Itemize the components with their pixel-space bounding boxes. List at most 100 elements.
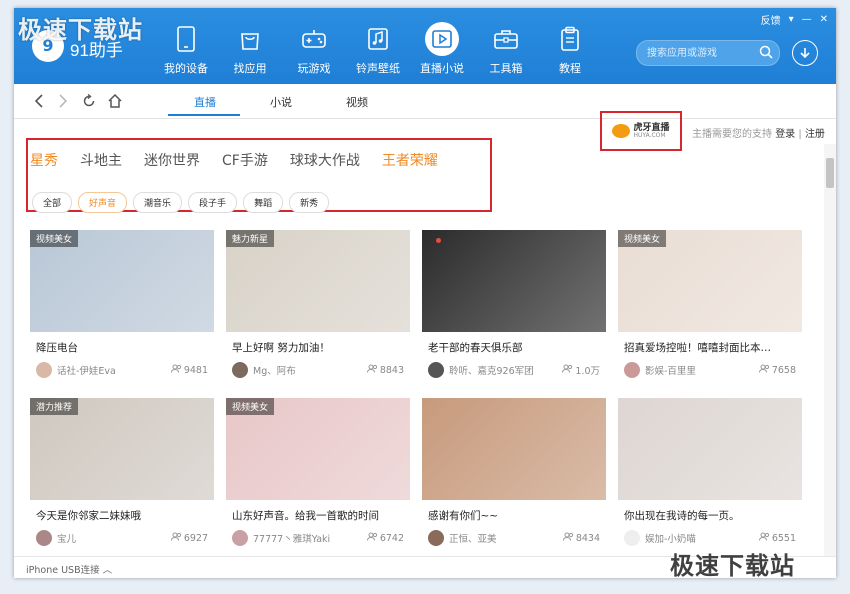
watermark-bottom: 极速下载站 <box>670 552 795 580</box>
card-title[interactable]: 招真爱场控啦！嘻嘻封面比本… <box>624 340 796 355</box>
card-title[interactable]: 降压电台 <box>36 340 208 355</box>
music-icon <box>363 24 393 54</box>
avatar <box>36 530 52 546</box>
feedback-link[interactable]: 反馈 <box>761 12 781 27</box>
gamepad-icon <box>299 24 329 54</box>
card-title[interactable]: 老干部的春天俱乐部 <box>428 340 600 355</box>
nav-games[interactable]: 玩游戏 <box>282 8 346 84</box>
download-icon <box>799 44 811 63</box>
refresh-icon[interactable] <box>80 92 98 110</box>
menu-dropdown-icon[interactable]: ▾ <box>789 14 794 25</box>
nav-my-device[interactable]: 我的设备 <box>154 8 218 84</box>
nav-label: 直播小说 <box>420 62 464 75</box>
card-thumbnail[interactable] <box>618 398 802 500</box>
huya-logo-sub: HUYA.COM <box>633 131 666 139</box>
home-icon[interactable] <box>106 92 124 110</box>
tag-comedian[interactable]: 段子手 <box>188 192 238 213</box>
download-button[interactable] <box>792 40 818 66</box>
search-input[interactable] <box>637 46 759 60</box>
viewer-count: 8843 <box>366 364 404 376</box>
category-tabs: 星秀 斗地主 迷你世界 CF手游 球球大作战 王者荣耀 <box>30 150 460 170</box>
stream-card[interactable]: 视频美女 山东好声音。给我一首歌的时间 77777丶雅琪Yaki 6742 <box>226 398 410 548</box>
card-user: 77777丶雅琪Yaki <box>253 534 331 545</box>
category-honor-of-kings[interactable]: 王者荣耀 <box>382 150 438 170</box>
card-title[interactable]: 今天是你邻家二妹妹哦 <box>36 508 208 523</box>
stream-card[interactable]: 魅力新星 早上好啊 努力加油！ Mg、阿布 8843 <box>226 230 410 380</box>
register-link[interactable]: 注册 <box>805 129 825 140</box>
tag-dance[interactable]: 舞蹈 <box>243 192 284 213</box>
card-thumbnail[interactable]: 潜力推荐 <box>30 398 214 500</box>
scrollbar[interactable] <box>824 144 836 562</box>
close-icon[interactable]: ✕ <box>820 14 828 25</box>
tag-good-voice[interactable]: 好声音 <box>78 192 128 213</box>
scrollbar-thumb[interactable] <box>826 158 834 188</box>
nav-find-apps[interactable]: 找应用 <box>218 8 282 84</box>
forward-icon[interactable] <box>54 92 72 110</box>
login-link[interactable]: 登录 <box>775 129 795 140</box>
stream-grid: 视频美女 降压电台 话社-伊娃Eva 9481 魅力新星 早上好啊 努力加油！ Mg、阿布 8… <box>30 230 820 548</box>
card-title[interactable]: 山东好声音。给我一首歌的时间 <box>232 508 404 523</box>
card-thumbnail[interactable] <box>422 230 606 332</box>
avatar <box>428 530 444 546</box>
category-ball-battle[interactable]: 球球大作战 <box>290 150 360 170</box>
card-user: 正恒、亚美 <box>449 534 497 545</box>
nav-label: 工具箱 <box>489 62 523 75</box>
tag-all[interactable]: 全部 <box>32 192 73 213</box>
card-thumbnail[interactable]: 魅力新星 <box>226 230 410 332</box>
minimize-icon[interactable]: — <box>802 14 812 25</box>
nav-ringtones[interactable]: 铃声壁纸 <box>346 8 410 84</box>
card-badge: 视频美女 <box>618 230 667 247</box>
card-badge: 视频美女 <box>226 398 275 415</box>
stream-card[interactable]: 视频美女降压电台话社-伊娃Eva 9481 <box>30 230 214 380</box>
nav-tutorial[interactable]: 教程 <box>538 8 602 84</box>
nav-label: 铃声壁纸 <box>356 62 400 75</box>
stream-card[interactable]: 感谢有你们~~ 正恒、亚美 8434 <box>422 398 606 548</box>
clipboard-icon <box>555 24 585 54</box>
active-tab-indicator <box>168 114 240 116</box>
stream-card[interactable]: 你出现在我诗的每一页。 娱加-小奶喵 6551 <box>618 398 802 548</box>
card-title[interactable]: 早上好啊 努力加油！ <box>232 340 404 355</box>
card-thumbnail[interactable] <box>422 398 606 500</box>
viewer-count: 6551 <box>758 532 796 544</box>
viewer-count: 8434 <box>562 532 600 544</box>
card-user: 影娱-百里里 <box>645 366 696 377</box>
card-thumbnail[interactable]: 视频美女 <box>226 398 410 500</box>
huya-logo[interactable]: 虎牙直播 HUYA.COM <box>600 111 682 151</box>
card-title[interactable]: 感谢有你们~~ <box>428 508 600 523</box>
card-title[interactable]: 你出现在我诗的每一页。 <box>624 508 796 523</box>
category-doudizhu[interactable]: 斗地主 <box>80 150 122 170</box>
card-thumbnail[interactable]: 视频美女 <box>618 230 802 332</box>
play-icon <box>425 22 459 56</box>
tab-video[interactable]: 视频 <box>346 94 368 110</box>
viewer-count-value: 6551 <box>771 532 796 544</box>
tag-trend-music[interactable]: 潮音乐 <box>133 192 183 213</box>
nav-label: 玩游戏 <box>297 62 331 75</box>
tag-newcomer[interactable]: 新秀 <box>289 192 330 213</box>
viewer-count: 6927 <box>170 532 208 544</box>
tab-novel[interactable]: 小说 <box>270 94 292 110</box>
viewers-icon <box>562 364 573 376</box>
card-thumbnail[interactable]: 视频美女 <box>30 230 214 332</box>
main-nav: 我的设备 找应用 玩游戏 铃声壁纸 直播小说 工具箱 教程 <box>154 8 602 84</box>
stream-card[interactable]: 老干部的春天俱乐部 聆听、嘉克926军团 1.0万 <box>422 230 606 380</box>
nav-label: 教程 <box>559 62 581 75</box>
back-icon[interactable] <box>30 92 48 110</box>
viewers-icon <box>170 364 182 376</box>
avatar <box>232 362 248 378</box>
app-window: 9 91助手 我的设备 找应用 玩游戏 铃声壁纸 直播小说 工具箱 教程 搜索应… <box>14 8 836 578</box>
search-icon[interactable] <box>759 44 773 63</box>
category-mini-world[interactable]: 迷你世界 <box>144 150 200 170</box>
viewer-count-value: 1.0万 <box>575 366 600 377</box>
tab-live[interactable]: 直播 <box>194 94 216 110</box>
card-meta: 话社-伊娃Eva 9481 <box>36 362 208 378</box>
category-xingxiu[interactable]: 星秀 <box>30 150 58 170</box>
viewer-count: 7658 <box>758 364 796 376</box>
device-status[interactable]: iPhone USB连接 ︿ <box>26 562 112 576</box>
stream-card[interactable]: 视频美女招真爱场控啦！嘻嘻封面比本… 影娱-百里里 7658 <box>618 230 802 380</box>
card-meta: 正恒、亚美 8434 <box>428 530 600 546</box>
viewer-count: 1.0万 <box>562 363 600 377</box>
category-cf-mobile[interactable]: CF手游 <box>222 150 268 170</box>
stream-card[interactable]: 潜力推荐 今天是你邻家二妹妹哦 宝儿 6927 <box>30 398 214 548</box>
nav-live-novel[interactable]: 直播小说 <box>410 8 474 84</box>
nav-toolbox[interactable]: 工具箱 <box>474 8 538 84</box>
